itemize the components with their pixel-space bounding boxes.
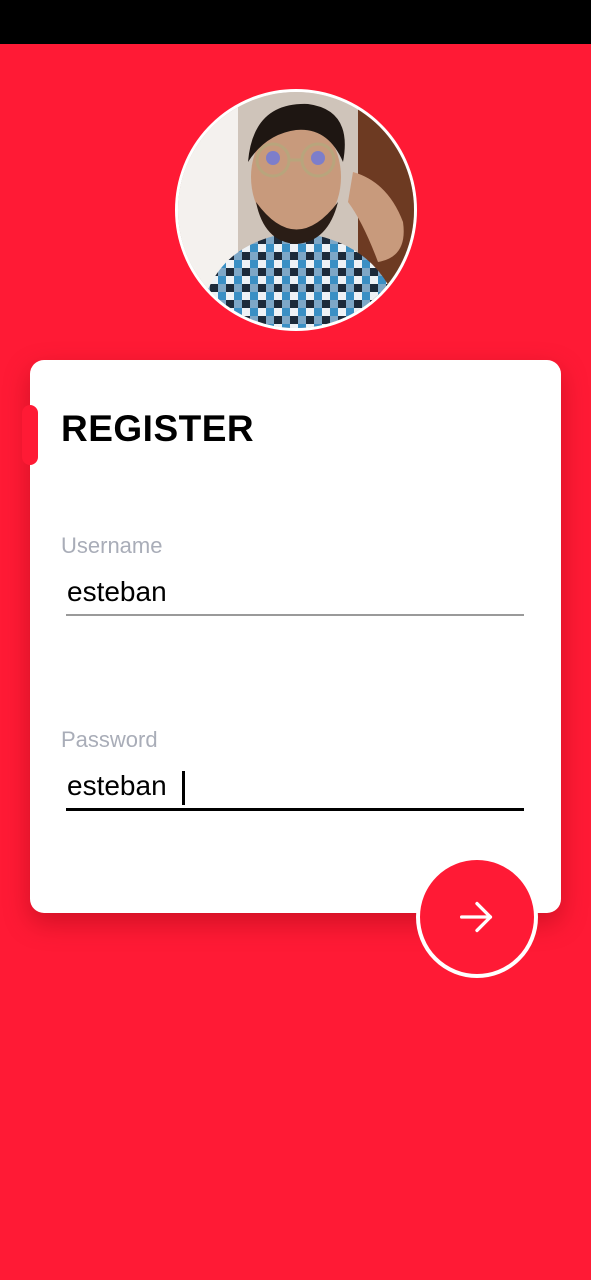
password-input[interactable] (66, 764, 525, 808)
profile-photo (178, 92, 414, 328)
arrow-right-icon (459, 901, 493, 933)
card-accent-tab (22, 405, 38, 465)
form-title: REGISTER (61, 408, 255, 449)
username-input[interactable] (66, 570, 525, 614)
submit-button[interactable] (416, 856, 538, 978)
text-caret (182, 771, 185, 805)
password-label: Password (61, 727, 158, 752)
status-bar (0, 0, 591, 44)
username-underline (66, 614, 524, 616)
avatar[interactable] (175, 89, 417, 331)
username-label: Username (61, 533, 163, 558)
password-underline (66, 808, 524, 811)
